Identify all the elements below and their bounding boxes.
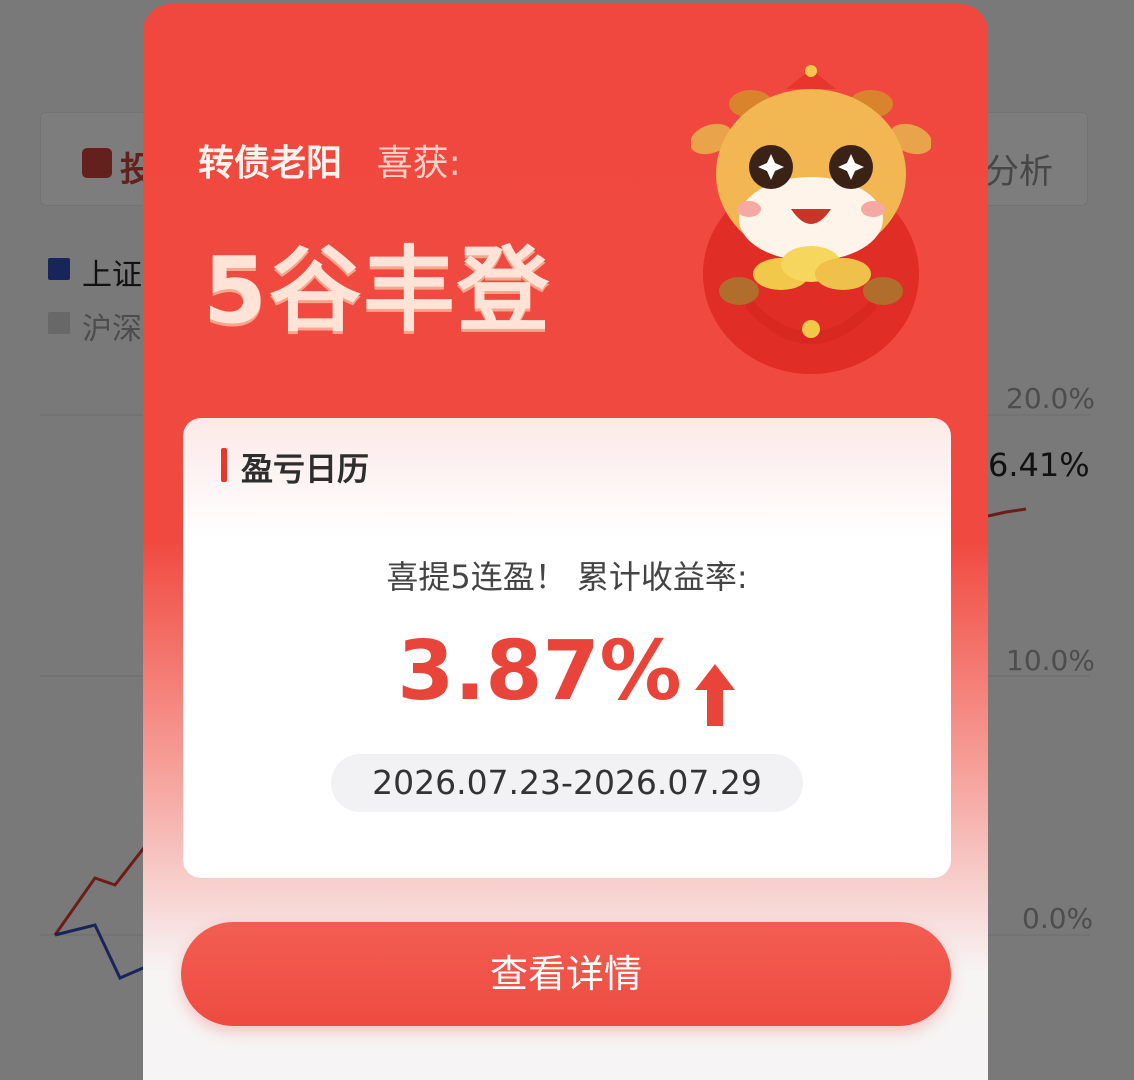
- achievement-title: 5谷丰登: [203, 237, 552, 344]
- return-value: 3.87%: [397, 624, 682, 719]
- profit-calendar-card: 盈亏日历 喜提5连盈！ 累计收益率: 3.87% 2026.07.23-2026…: [183, 418, 951, 878]
- gain-label: 喜获:: [376, 143, 461, 184]
- card-title: 盈亏日历: [241, 450, 370, 488]
- up-arrow-icon: [694, 663, 735, 726]
- date-range: 2026.07.23-2026.07.29: [331, 754, 803, 812]
- user-name: 转债老阳: [198, 143, 343, 184]
- card-title-accent: [221, 448, 227, 482]
- achievement-modal: 转债老阳 喜获: 5谷丰登 盈亏日历 喜提5连盈！ 累计收益率: 3.87% 2…: [143, 4, 988, 1080]
- ox-mascot-holding-gold-icon: [691, 65, 931, 374]
- modal-title-line: 转债老阳 喜获:: [198, 134, 461, 186]
- streak-text: 喜提5连盈！ 累计收益率:: [386, 558, 748, 596]
- cumulative-return: 3.87%: [183, 624, 951, 728]
- view-details-button[interactable]: 查看详情: [181, 922, 951, 1026]
